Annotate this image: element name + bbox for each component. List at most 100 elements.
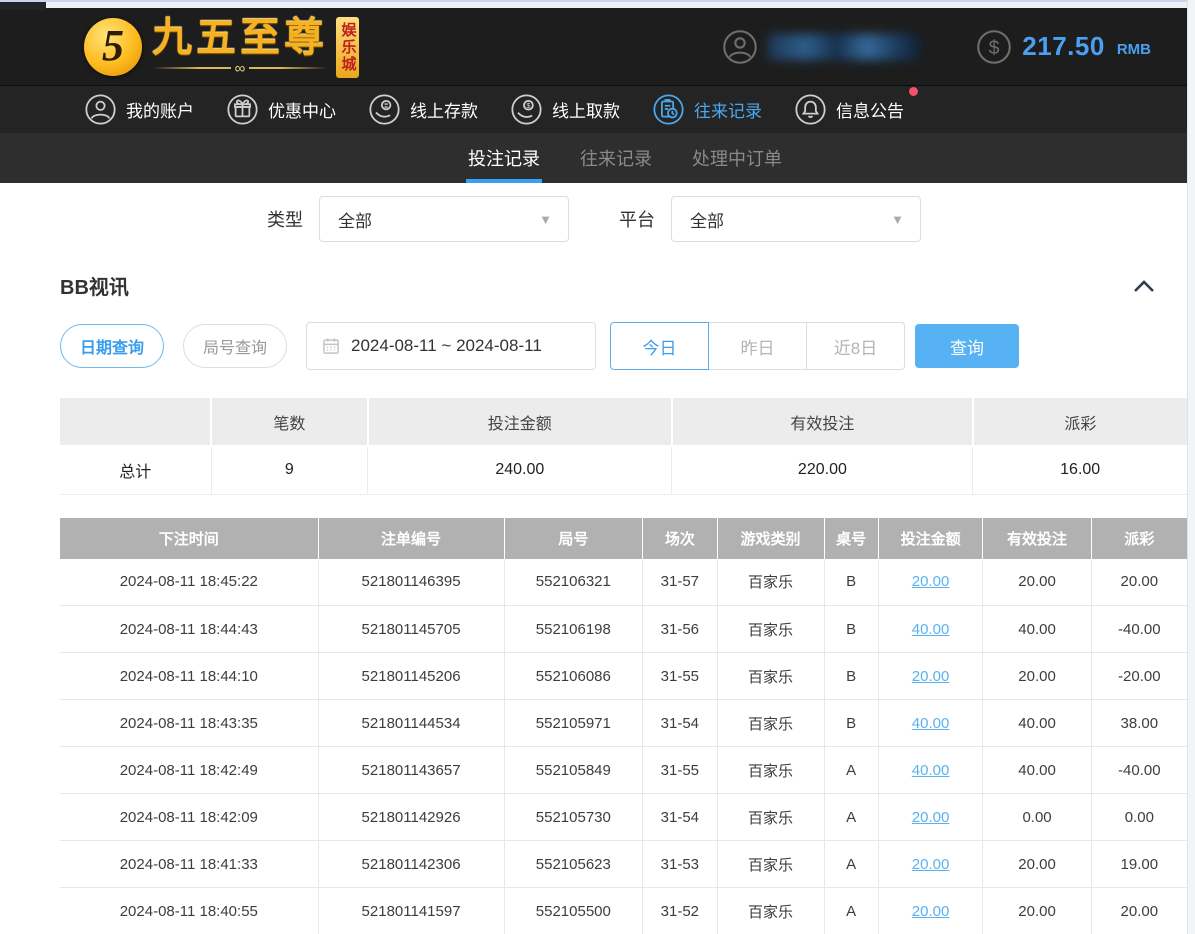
browser-edge-strip [0, 0, 1195, 8]
cell-time: 2024-08-11 18:41:33 [60, 841, 318, 888]
cell-bet-amount: 40.00 [878, 747, 983, 794]
cell-order-id: 521801143657 [318, 747, 504, 794]
tab-2[interactable]: 处理中订单 [690, 133, 784, 183]
bet-amount-link[interactable]: 20.00 [912, 668, 950, 685]
cell-payout: -40.00 [1091, 606, 1187, 653]
cell-time: 2024-08-11 18:40:55 [60, 888, 318, 934]
nav-item-label: 线上取款 [552, 97, 620, 122]
cell-session: 31-55 [643, 653, 717, 700]
browser-edge-fragment [0, 2, 46, 10]
cell-valid-bet: 20.00 [983, 841, 1091, 888]
nav-item-records[interactable]: 往来记录 [652, 93, 762, 126]
cell-valid-bet: 20.00 [983, 653, 1091, 700]
table-row: 2024-08-11 18:42:09521801142926552105730… [60, 794, 1187, 841]
cell-table: B [824, 653, 878, 700]
cell-game-type: 百家乐 [717, 794, 824, 841]
cell-game-type: 百家乐 [717, 747, 824, 794]
date-query-button[interactable]: 日期查询 [60, 324, 164, 368]
nav-item-withdraw[interactable]: $线上取款 [510, 93, 620, 126]
username-redacted [768, 34, 920, 60]
cell-round-id: 552106321 [504, 559, 643, 606]
bet-amount-link[interactable]: 20.00 [912, 573, 950, 590]
cell-time: 2024-08-11 18:44:43 [60, 606, 318, 653]
cell-order-id: 521801144534 [318, 700, 504, 747]
summary-value-cell: 240.00 [368, 446, 672, 494]
cell-order-id: 521801146395 [318, 559, 504, 606]
bet-table-header-cell: 下注时间 [60, 518, 318, 559]
nav-item-user[interactable]: 我的账户 [84, 93, 194, 126]
type-select[interactable]: 全部 ▼ [319, 196, 569, 242]
cell-order-id: 521801145206 [318, 653, 504, 700]
bet-table-header-cell: 注单编号 [318, 518, 504, 559]
round-query-button[interactable]: 局号查询 [183, 324, 287, 368]
nav-item-label: 往来记录 [694, 97, 762, 122]
summary-value-cell: 9 [211, 446, 368, 494]
brand-flourish: ∞ [152, 61, 328, 76]
cell-time: 2024-08-11 18:42:09 [60, 794, 318, 841]
nav-item-label: 优惠中心 [268, 97, 336, 122]
cell-order-id: 521801142926 [318, 794, 504, 841]
bet-table-header-cell: 局号 [504, 518, 643, 559]
nav-item-label: 我的账户 [126, 97, 194, 122]
dollar-circle-icon: $ [976, 29, 1012, 65]
balance[interactable]: $ 217.50 RMB [976, 29, 1151, 65]
cell-table: B [824, 700, 878, 747]
cell-valid-bet: 40.00 [983, 606, 1091, 653]
cell-order-id: 521801145705 [318, 606, 504, 653]
date-range-input[interactable]: 2024-08-11 ~ 2024-08-11 [306, 322, 596, 370]
site-header: 5 九五至尊 ∞ 娱乐城 $ 217.50 RMB [0, 8, 1195, 85]
tab-1[interactable]: 往来记录 [578, 133, 654, 183]
cell-valid-bet: 40.00 [983, 700, 1091, 747]
quick-date-button-0[interactable]: 今日 [610, 322, 709, 370]
summary-value-cell: 220.00 [672, 446, 973, 494]
header-right: $ 217.50 RMB [722, 29, 1151, 65]
bet-table-header-cell: 投注金额 [878, 518, 983, 559]
query-row: 日期查询 局号查询 2024-08-11 ~ 2024-08-11 今日昨日近8… [60, 322, 1187, 370]
cell-session: 31-55 [643, 747, 717, 794]
type-select-value: 全部 [338, 207, 372, 232]
nav-item-gift[interactable]: 优惠中心 [226, 93, 336, 126]
cell-table: A [824, 841, 878, 888]
bet-amount-link[interactable]: 40.00 [912, 762, 950, 779]
nav-item-bell[interactable]: 信息公告 [794, 93, 904, 126]
cell-bet-amount: 20.00 [878, 841, 983, 888]
quick-date-button-2[interactable]: 近8日 [806, 322, 905, 370]
bet-amount-link[interactable]: 20.00 [912, 809, 950, 826]
scrollbar-track[interactable] [1187, 0, 1195, 934]
cell-bet-amount: 20.00 [878, 559, 983, 606]
brand-logo[interactable]: 5 九五至尊 ∞ 娱乐城 [84, 15, 392, 78]
cell-valid-bet: 40.00 [983, 747, 1091, 794]
cell-time: 2024-08-11 18:42:49 [60, 747, 318, 794]
bet-records-table: 下注时间注单编号局号场次游戏类别桌号投注金额有效投注派彩 2024-08-11 … [60, 518, 1187, 934]
tab-0[interactable]: 投注记录 [466, 133, 542, 183]
summary-value-cell: 16.00 [973, 446, 1187, 494]
cell-payout: 20.00 [1091, 559, 1187, 606]
cell-session: 31-52 [643, 888, 717, 934]
cell-bet-amount: 40.00 [878, 606, 983, 653]
nav-item-deposit[interactable]: 线上存款 [368, 93, 478, 126]
search-button[interactable]: 查询 [915, 324, 1019, 368]
cell-table: B [824, 606, 878, 653]
platform-select[interactable]: 全部 ▼ [671, 196, 921, 242]
main-nav: 我的账户 优惠中心 线上存款 $线上取款 往来记录 信息公告 [0, 85, 1195, 133]
cell-bet-amount: 20.00 [878, 794, 983, 841]
user-account[interactable] [722, 29, 920, 65]
cell-session: 31-54 [643, 700, 717, 747]
bet-amount-link[interactable]: 40.00 [912, 715, 950, 732]
table-row: 2024-08-11 18:44:10521801145206552106086… [60, 653, 1187, 700]
bet-amount-link[interactable]: 40.00 [912, 621, 950, 638]
cell-game-type: 百家乐 [717, 888, 824, 934]
cell-game-type: 百家乐 [717, 653, 824, 700]
quick-date-button-1[interactable]: 昨日 [708, 322, 807, 370]
bet-amount-link[interactable]: 20.00 [912, 856, 950, 873]
table-row: 2024-08-11 18:40:55521801141597552105500… [60, 888, 1187, 934]
bet-amount-link[interactable]: 20.00 [912, 903, 950, 920]
cell-round-id: 552105500 [504, 888, 643, 934]
collapse-button[interactable] [1131, 276, 1157, 296]
summary-header-cell: 有效投注 [672, 398, 973, 446]
cell-payout: -40.00 [1091, 747, 1187, 794]
cell-round-id: 552105849 [504, 747, 643, 794]
cell-valid-bet: 20.00 [983, 559, 1091, 606]
cell-payout: 38.00 [1091, 700, 1187, 747]
chevron-down-icon: ▼ [539, 212, 552, 227]
